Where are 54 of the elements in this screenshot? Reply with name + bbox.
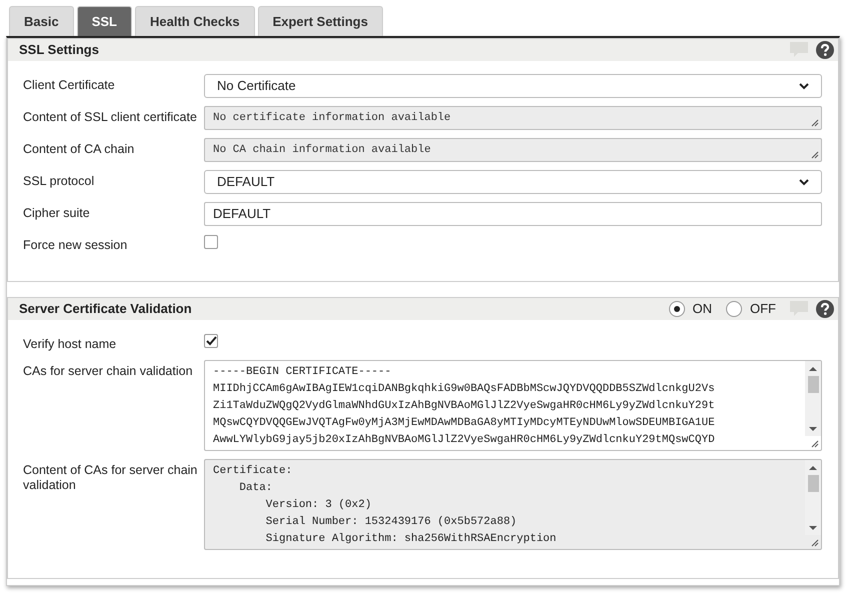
scroll-down-icon[interactable] (809, 525, 817, 531)
scrollbar[interactable] (805, 460, 821, 535)
tab[interactable]: SSL (76, 6, 132, 36)
text-line: Version: 3 (0x2) (264, 498, 372, 513)
field-label: Content of CA chain (23, 141, 136, 158)
text-line: MQswCQYDVQQGEwJVQTAgFw0yMjA3MjEwMDAwMDBaGA8yMTIyMDcyMTEyNDUwMlowSDEUMBIGA1UE (213, 416, 715, 431)
scroll-up-icon[interactable] (809, 366, 817, 372)
resize-grip-icon[interactable] (811, 119, 819, 127)
text-line: Signature Algorithm: sha256WithRSAEncryption (264, 532, 556, 547)
select-field[interactable]: No Certificate (204, 74, 822, 98)
resize-grip-icon[interactable] (811, 440, 819, 448)
section-title: SSL Settings (19, 41, 100, 60)
text-area[interactable]: No certificate information available (204, 106, 822, 130)
tab[interactable]: Health Checks (135, 6, 255, 36)
checkbox[interactable] (204, 235, 218, 249)
text-line: MIIDhjCCAm6gAwIBAgIEW1cqiDANBgkqhkiG9w0BAQsFADBbMScwJQYDVQQDDB5SZWdlcnkgU2Vs (213, 382, 715, 397)
scrollbar[interactable] (805, 361, 821, 436)
text-line: -----BEGIN CERTIFICATE----- (213, 365, 392, 380)
resize-grip-icon[interactable] (811, 151, 819, 159)
field-label: Content of SSL client certificate (23, 109, 198, 126)
text-area[interactable] (204, 360, 822, 451)
text-line: No certificate information available (213, 111, 451, 126)
field-label: CAs for server chain validation (23, 363, 194, 380)
scroll-thumb[interactable] (808, 376, 818, 393)
scroll-down-icon[interactable] (809, 426, 817, 432)
help-icon[interactable] (816, 300, 834, 318)
radio-option[interactable]: OFF (726, 299, 776, 319)
chevron-down-icon (799, 82, 809, 90)
field-label: SSL protocol (23, 173, 96, 190)
text-line: Zi1TaWduZWQgQ2VydGlmaWNhdGUxIzAhBgNVBAoMGlJlZ2VyeSwgaHR0cHM6Ly9yZWdlcnkuY29t (213, 399, 715, 414)
input-field[interactable]: DEFAULT (204, 202, 822, 226)
text-line: Serial Number: 1532439176 (0x5b572a88) (264, 515, 517, 530)
text-area[interactable]: No CA chain information available (204, 138, 822, 162)
text-area[interactable]: Certificate: Data: Version: 3 (0x2) Serial Number: 1532439176 (0x5b572a88) Signature Algorithm: sha256WithRSAEncryption (204, 459, 822, 550)
radio-option[interactable]: ON (668, 299, 712, 319)
scroll-up-icon[interactable] (809, 465, 817, 471)
text-line: No CA chain information available (213, 143, 431, 158)
section-title: Server Certificate Validation (19, 300, 193, 318)
field-label: Client Certificate (23, 77, 116, 94)
text-line: AwwLYWlybG9jay5jb20xIzAhBgNVBAoMGlJlZ2VyeSwgaHR0cHM6Ly9yZWdlcnkuY29tMQswCQYD (213, 433, 715, 448)
chevron-down-icon (799, 178, 809, 186)
scroll-thumb[interactable] (808, 475, 818, 492)
tab[interactable]: Basic (9, 6, 74, 36)
resize-grip-icon[interactable] (811, 539, 819, 547)
tab[interactable]: Expert Settings (258, 6, 383, 36)
text-line: Data: (238, 481, 272, 496)
field-label: Cipher suite (23, 205, 91, 222)
text-line: Certificate: (213, 464, 292, 479)
field-label: Verify host name (23, 336, 118, 352)
select-field[interactable]: DEFAULT (204, 170, 822, 194)
field-label: Content of CAs for server chain validation (23, 462, 198, 494)
checkbox[interactable] (204, 334, 218, 348)
help-icon[interactable] (816, 41, 834, 59)
field-label: Force new session (23, 237, 128, 253)
